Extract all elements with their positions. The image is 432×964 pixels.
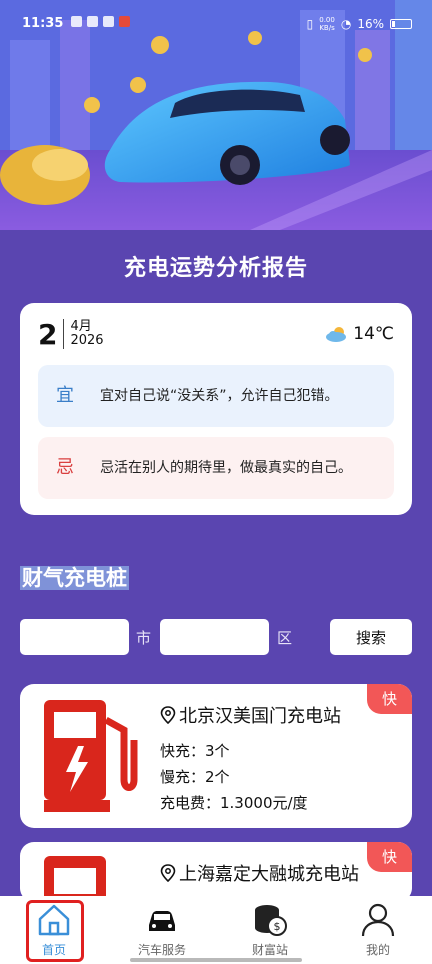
tab-label: 我的 (365, 943, 390, 957)
yi-label: 宜 (56, 385, 74, 406)
tab-profile[interactable]: 我的 (324, 896, 432, 964)
fortune-yi: 宜 宜对自己说“没关系”，允许自己犯错。 (38, 365, 394, 427)
coins-icon: $ (255, 905, 287, 936)
city-input[interactable] (20, 619, 129, 655)
tab-home[interactable]: 首页 (0, 896, 108, 964)
home-indicator (130, 958, 302, 962)
notification-icon (119, 16, 131, 27)
station-info: 上海嘉定大融城充电站 (160, 860, 359, 896)
wifi-icon: ◔ (340, 17, 352, 31)
station-name: 北京汉美国门充电站 (179, 706, 341, 727)
weather: 14℃ (325, 324, 394, 344)
fast-badge: 快 (367, 842, 412, 872)
network-speed: 0.00 KB/s (319, 16, 335, 32)
section-title-text: 财气充电桩 (20, 566, 129, 590)
city-suffix: 市 (136, 629, 152, 647)
date-day: 2 (38, 317, 58, 351)
fortune-card: 2 4月 2026 14℃ 宜 宜对自己说“没关系”，允许自己犯错。 忌 忌活在… (20, 303, 412, 515)
page-title: 充电运势分析报告 (123, 256, 308, 281)
section-title: 财气充电桩 (20, 562, 129, 592)
slow-charge-count: 慢充：2个 (160, 768, 230, 786)
station-info: 北京汉美国门充电站 快充：3个 慢充：2个 充电费：1.3000元/度 (160, 702, 341, 816)
battery-icon (390, 19, 412, 29)
svg-text:$: $ (274, 920, 281, 933)
battery-percent: 16% (357, 17, 384, 31)
district-input[interactable] (160, 619, 269, 655)
station-name-row: 上海嘉定大融城充电站 (160, 860, 359, 886)
location-pin-icon (160, 864, 176, 882)
station-name-row: 北京汉美国门充电站 (160, 702, 341, 728)
date-month: 4月 (70, 319, 92, 334)
date-year: 2026 (70, 333, 104, 348)
tab-car-service[interactable]: 汽车服务 (108, 896, 216, 964)
fast-badge: 快 (367, 684, 412, 714)
car-icon (149, 911, 175, 931)
yi-text: 宜对自己说“没关系”，允许自己犯错。 (100, 388, 339, 404)
station-name: 上海嘉定大融城充电站 (179, 864, 359, 885)
search-button[interactable]: 搜索 (330, 619, 412, 655)
active-tab-outline (26, 900, 84, 962)
tab-label: 财富站 (251, 943, 288, 957)
charge-fee: 充电费：1.3000元/度 (160, 794, 308, 812)
fast-charge-count: 快充：3个 (160, 742, 230, 760)
vibrate-icon: ▯ (306, 17, 314, 31)
station-card[interactable]: 上海嘉定大融城充电站 快 (20, 842, 412, 902)
status-bar: 11:35 ▯ 0.00 KB/s ◔ 16% (0, 0, 432, 52)
date-month-year: 4月 2026 (70, 320, 103, 348)
tab-wealth[interactable]: $ 财富站 (216, 896, 324, 964)
notification-icon (87, 16, 99, 27)
user-icon (361, 903, 395, 937)
status-time: 11:35 (22, 16, 64, 31)
cloudy-sun-icon (326, 327, 347, 342)
date-divider (63, 319, 65, 349)
date-row: 2 4月 2026 14℃ (38, 317, 394, 351)
notification-icons (71, 16, 131, 27)
hero-banner: 11:35 ▯ 0.00 KB/s ◔ 16% (0, 0, 432, 230)
district-suffix: 区 (277, 629, 293, 647)
station-card[interactable]: 北京汉美国门充电站 快充：3个 慢充：2个 充电费：1.3000元/度 快 (20, 684, 412, 828)
ji-text: 忌活在别人的期待里，做最真实的自己。 (100, 460, 352, 476)
temperature: 14℃ (353, 324, 394, 344)
ji-label: 忌 (56, 457, 74, 478)
notification-icon (103, 16, 115, 27)
charging-pump-icon (44, 700, 138, 812)
notification-icon (71, 16, 83, 27)
bottom-tab-bar: 首页 汽车服务 $ 财富站 我的 (0, 896, 432, 964)
location-pin-icon (160, 706, 176, 724)
search-row: 市 区 搜索 (20, 619, 412, 655)
tab-label: 汽车服务 (137, 943, 186, 957)
fortune-ji: 忌 忌活在别人的期待里，做最真实的自己。 (38, 437, 394, 499)
